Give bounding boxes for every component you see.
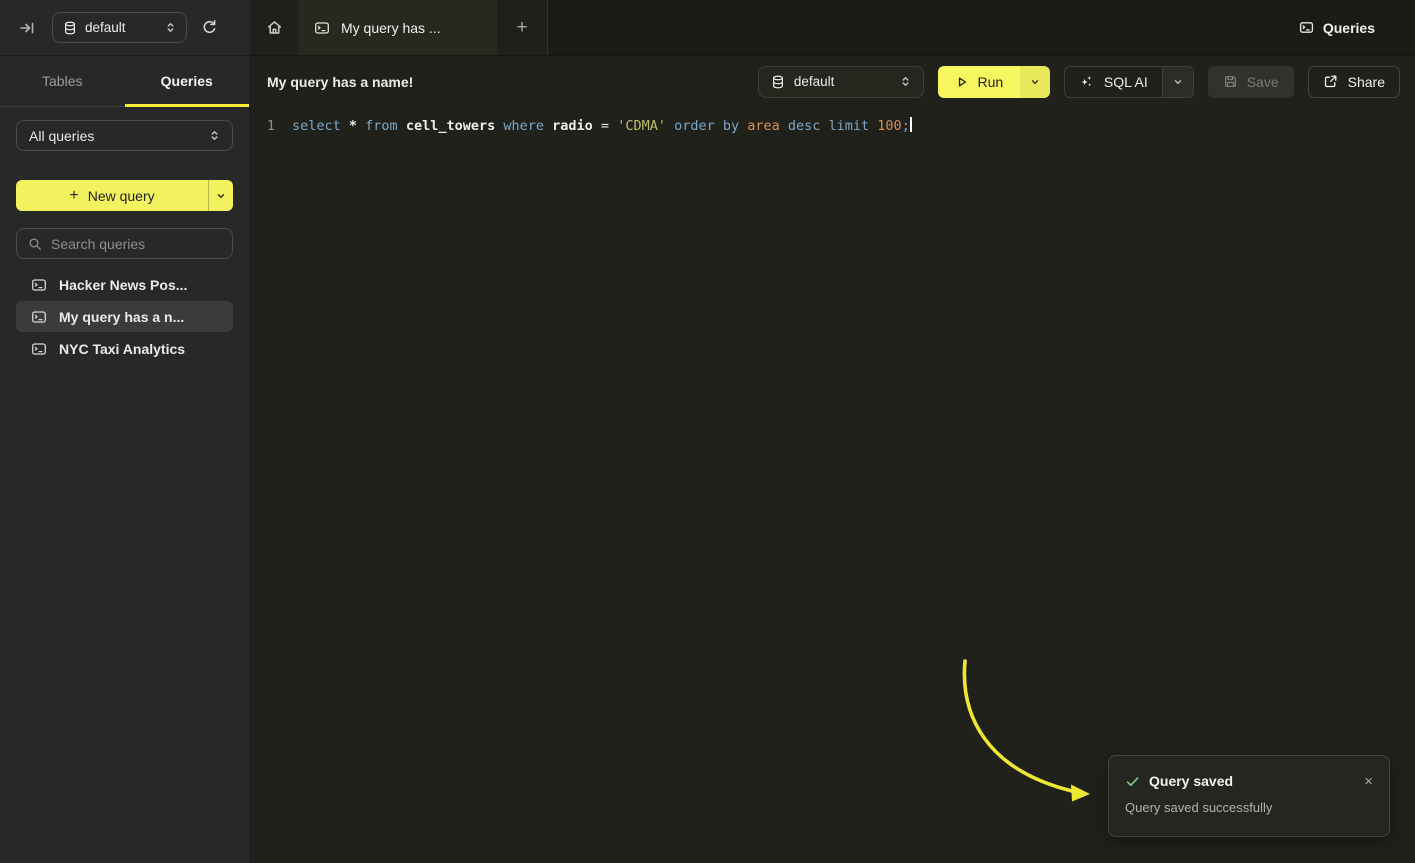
- query-terminal-icon: [31, 341, 47, 357]
- run-button-group: Run: [938, 66, 1050, 98]
- chevron-updown-icon: [209, 130, 220, 141]
- run-button[interactable]: Run: [938, 66, 1020, 98]
- tab-queries-label: Queries: [161, 73, 213, 89]
- editor-header: My query has a name! default: [250, 56, 1415, 107]
- topbar-spacer: [548, 0, 1299, 55]
- tab-my-query[interactable]: My query has ...: [298, 0, 497, 55]
- chevron-down-icon: [1030, 77, 1040, 87]
- tab-tables-label: Tables: [42, 73, 82, 89]
- chevron-updown-icon: [900, 76, 911, 87]
- tab-tables[interactable]: Tables: [0, 56, 125, 106]
- topbar-connection-section: default: [0, 0, 250, 56]
- query-title: My query has a name!: [267, 74, 413, 90]
- share-icon: [1323, 74, 1338, 89]
- play-icon: [955, 75, 969, 89]
- new-query-dropdown[interactable]: [208, 180, 233, 211]
- tab-label: My query has ...: [341, 20, 441, 36]
- home-icon: [266, 19, 283, 36]
- run-label: Run: [978, 74, 1004, 90]
- toast-query-saved: Query saved × Query saved successfully: [1108, 755, 1390, 837]
- toast-message: Query saved successfully: [1125, 800, 1373, 815]
- connection-database-select[interactable]: default: [52, 12, 187, 43]
- save-icon: [1223, 74, 1238, 89]
- search-queries-input[interactable]: [51, 236, 232, 252]
- new-tab-button[interactable]: +: [497, 0, 548, 55]
- tab-strip: My query has ... + Queries: [250, 0, 1415, 56]
- plus-icon: +: [516, 17, 527, 39]
- close-icon[interactable]: ×: [1364, 774, 1373, 789]
- query-list: Hacker News Pos... My query has a n... N…: [16, 269, 233, 364]
- line-number: 1: [263, 116, 275, 136]
- text-cursor: [910, 117, 912, 132]
- sidebar: Tables Queries All queries + New query: [0, 56, 250, 863]
- sql-ai-button-group: SQL AI: [1064, 66, 1194, 98]
- search-icon: [28, 237, 42, 251]
- editor-toolbar: default Run: [758, 66, 1400, 98]
- new-query-label: New query: [88, 188, 155, 204]
- tab-queries[interactable]: Queries: [125, 56, 250, 106]
- new-query-main[interactable]: + New query: [16, 180, 208, 211]
- refresh-icon[interactable]: [201, 19, 218, 36]
- queries-terminal-icon: [1299, 20, 1314, 35]
- save-button[interactable]: Save: [1208, 66, 1294, 98]
- sql-ai-button[interactable]: SQL AI: [1065, 67, 1162, 97]
- home-tab[interactable]: [250, 0, 298, 55]
- editor-pane: My query has a name! default: [250, 56, 1415, 863]
- toast-header: Query saved ×: [1125, 773, 1373, 789]
- share-button[interactable]: Share: [1308, 66, 1400, 98]
- query-terminal-icon: [314, 20, 330, 36]
- query-list-item[interactable]: NYC Taxi Analytics: [16, 333, 233, 364]
- query-filter-value: All queries: [29, 128, 94, 144]
- queries-indicator-label: Queries: [1323, 20, 1375, 36]
- run-options-dropdown[interactable]: [1020, 66, 1050, 98]
- query-item-label: NYC Taxi Analytics: [59, 341, 185, 357]
- sql-ai-label: SQL AI: [1104, 74, 1148, 90]
- connection-database-value: default: [85, 20, 126, 35]
- database-icon: [771, 75, 785, 89]
- share-label: Share: [1348, 74, 1385, 90]
- chevron-down-icon: [1173, 77, 1183, 87]
- sql-editor[interactable]: 1 select * from cell_towers where radio …: [250, 116, 1415, 136]
- collapse-sidebar-icon[interactable]: [19, 20, 35, 36]
- sidebar-body: All queries + New query: [0, 107, 249, 364]
- code-line-1: 1 select * from cell_towers where radio …: [250, 116, 1415, 136]
- query-terminal-icon: [31, 309, 47, 325]
- query-list-item[interactable]: Hacker News Pos...: [16, 269, 233, 300]
- query-item-label: My query has a n...: [59, 309, 184, 325]
- sidebar-tabs: Tables Queries: [0, 56, 249, 107]
- chevron-updown-icon: [165, 22, 176, 33]
- editor-database-select[interactable]: default: [758, 66, 924, 98]
- sparkles-icon: [1079, 74, 1094, 89]
- check-icon: [1125, 774, 1140, 789]
- sql-ai-dropdown[interactable]: [1162, 67, 1193, 97]
- save-label: Save: [1247, 74, 1279, 90]
- query-filter-select[interactable]: All queries: [16, 120, 233, 151]
- sql-code-line[interactable]: select * from cell_towers where radio = …: [292, 116, 912, 136]
- query-terminal-icon: [31, 277, 47, 293]
- search-queries-box: [16, 228, 233, 259]
- database-icon: [63, 21, 77, 35]
- editor-database-value: default: [794, 74, 835, 89]
- toast-title: Query saved: [1149, 773, 1233, 789]
- query-item-label: Hacker News Pos...: [59, 277, 187, 293]
- new-query-button[interactable]: + New query: [16, 180, 233, 211]
- query-list-item-selected[interactable]: My query has a n...: [16, 301, 233, 332]
- chevron-down-icon: [216, 191, 226, 201]
- queries-indicator[interactable]: Queries: [1299, 0, 1375, 55]
- plus-icon: +: [69, 187, 78, 205]
